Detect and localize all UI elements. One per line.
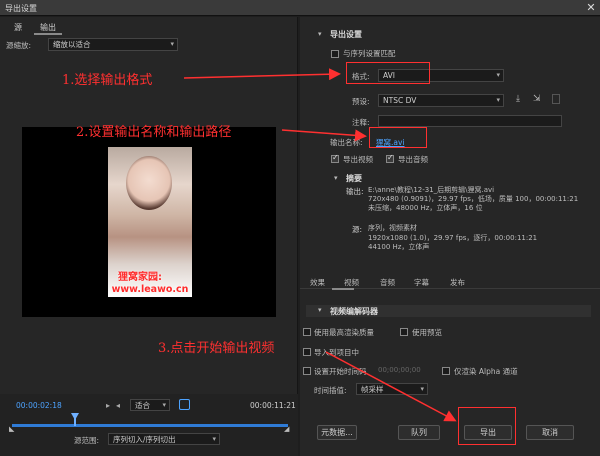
arrow-step2 — [281, 129, 367, 142]
arrow-step3 — [325, 351, 457, 422]
annotation-arrows — [183, 68, 457, 422]
arrow-step1 — [183, 68, 341, 81]
